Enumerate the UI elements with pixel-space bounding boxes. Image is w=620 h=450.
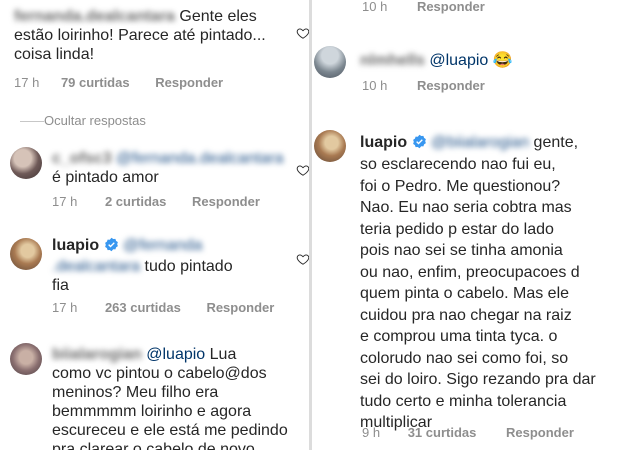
comment-likes[interactable]: 31 curtidas — [408, 425, 477, 440]
verified-badge-icon — [104, 237, 118, 252]
comment-text-line: meninos? Meu filho era — [52, 384, 219, 401]
comment-text-line: bemmmmm loirinho e agora — [52, 403, 252, 420]
comment-text-line: cuidou pra nao chegar na raiz — [360, 307, 572, 324]
comment-mention[interactable]: .dealcantara — [52, 258, 140, 275]
comment-time: 10 h — [362, 78, 388, 93]
comment-time: 9 h — [362, 425, 381, 440]
comment-text-line: quem pinta o cabelo. Mas ele — [360, 285, 570, 302]
comment-text: fia — [52, 277, 69, 294]
avatar[interactable] — [10, 238, 42, 270]
comment-body: fernanda.dealcantara Gente eles estão lo… — [14, 7, 284, 64]
reply-button[interactable]: Responder — [506, 425, 574, 440]
comment-text-line: .dealcantara tudo pintado — [52, 257, 292, 276]
comment-likes[interactable]: 79 curtidas — [61, 75, 130, 90]
comment-text-line: e comprou uma tinta tyca. o — [360, 328, 558, 345]
heart-icon[interactable] — [296, 252, 309, 266]
comment-text-line: teria pedido p estar do lado — [360, 221, 554, 238]
comment-mention[interactable]: @fernanda — [123, 237, 202, 254]
hide-replies-button[interactable]: Ocultar respostas — [20, 113, 146, 128]
comment-body: biialarogian @luapio Lua — [52, 345, 302, 364]
comment-mention[interactable]: @luapio — [146, 346, 205, 363]
comment-text: tudo pintado — [144, 258, 233, 275]
comment-text-line: so esclarecendo nao fui eu, — [360, 156, 556, 173]
avatar[interactable] — [10, 147, 42, 179]
avatar[interactable] — [314, 130, 346, 162]
comment-username[interactable]: luapio — [360, 134, 407, 151]
avatar[interactable] — [314, 46, 346, 78]
comment-meta: 17 h 2 curtidas Responder — [52, 194, 260, 209]
emoji-laughing: 😂 — [492, 52, 513, 69]
comment-text-line: ou nao, enfim, preocupacoes d — [360, 264, 580, 281]
comment-text-line: pois nao sei se tinha amonia — [360, 242, 563, 259]
reply-button[interactable]: Responder — [155, 75, 223, 90]
hide-replies-label: Ocultar respostas — [44, 113, 146, 128]
right-comments-panel: 10 h Responder nlmhells @luapio 😂 10 h R… — [312, 0, 620, 450]
comment-meta: 17 h 263 curtidas Responder — [52, 300, 274, 315]
comment-mention[interactable]: @fernanda.dealcantara — [116, 150, 283, 167]
comment-username[interactable]: fernanda.dealcantara — [14, 8, 175, 25]
comment-meta: 10 h Responder — [362, 0, 485, 14]
comment-text-line: como vc pintou o cabelo@dos — [52, 365, 267, 382]
comment-body: luapio @fernanda — [52, 236, 292, 255]
comment-text-line: pra clarear o cabelo de novo — [52, 441, 255, 450]
comment-text-line: escureceu e ele está me pedindo — [52, 422, 288, 439]
comment-mention[interactable]: @luapio — [429, 52, 488, 69]
reply-button[interactable]: Responder — [192, 194, 260, 209]
replies-rule — [20, 121, 44, 123]
comment-body: c_ofsc3 @fernanda.dealcantara — [52, 149, 292, 168]
comment-mention[interactable]: @biialarogian — [431, 134, 529, 151]
comment-time: 17 h — [52, 300, 78, 315]
comment-text-line: gente, — [533, 134, 579, 151]
comment-body: luapio @biialarogian gente, — [360, 133, 615, 152]
comment-time: 10 h — [362, 0, 388, 14]
comment-username[interactable]: luapio — [52, 237, 99, 254]
heart-icon[interactable] — [296, 163, 309, 177]
comment-text-line: sei do loiro. Sigo rezando pra dar — [360, 371, 596, 388]
comment-meta: 9 h 31 curtidas Responder — [362, 425, 574, 440]
left-comments-panel: fernanda.dealcantara Gente eles estão lo… — [0, 0, 309, 450]
comment-text-line: foi o Pedro. Me questionou? — [360, 178, 561, 195]
comment-time: 17 h — [52, 194, 78, 209]
comment-text-line: colorudo nao sei como foi, so — [360, 350, 569, 367]
reply-button[interactable]: Responder — [417, 0, 485, 14]
heart-icon[interactable] — [296, 26, 309, 40]
comment-username[interactable]: biialarogian — [52, 346, 142, 363]
comment-username[interactable]: c_ofsc3 — [52, 150, 112, 167]
comment-likes[interactable]: 2 curtidas — [105, 194, 166, 209]
comment-text-line: Nao. Eu nao seria cobtra mas — [360, 199, 572, 216]
comment-username[interactable]: nlmhells — [360, 52, 425, 69]
comment-body: nlmhells @luapio 😂 — [360, 51, 600, 70]
reply-button[interactable]: Responder — [417, 78, 485, 93]
comment-text: é pintado amor — [52, 169, 159, 186]
avatar[interactable] — [10, 343, 42, 375]
verified-badge-icon — [412, 134, 426, 149]
comment-time: 17 h — [14, 75, 40, 90]
comment-meta: 10 h Responder — [362, 78, 485, 93]
comment-text-line: tudo certo e minha tolerancia — [360, 393, 567, 410]
comment-likes[interactable]: 263 curtidas — [105, 300, 181, 315]
comment-text-line: Lua — [209, 346, 237, 363]
reply-button[interactable]: Responder — [206, 300, 274, 315]
comment-meta: 17 h 79 curtidas Responder — [14, 75, 223, 90]
